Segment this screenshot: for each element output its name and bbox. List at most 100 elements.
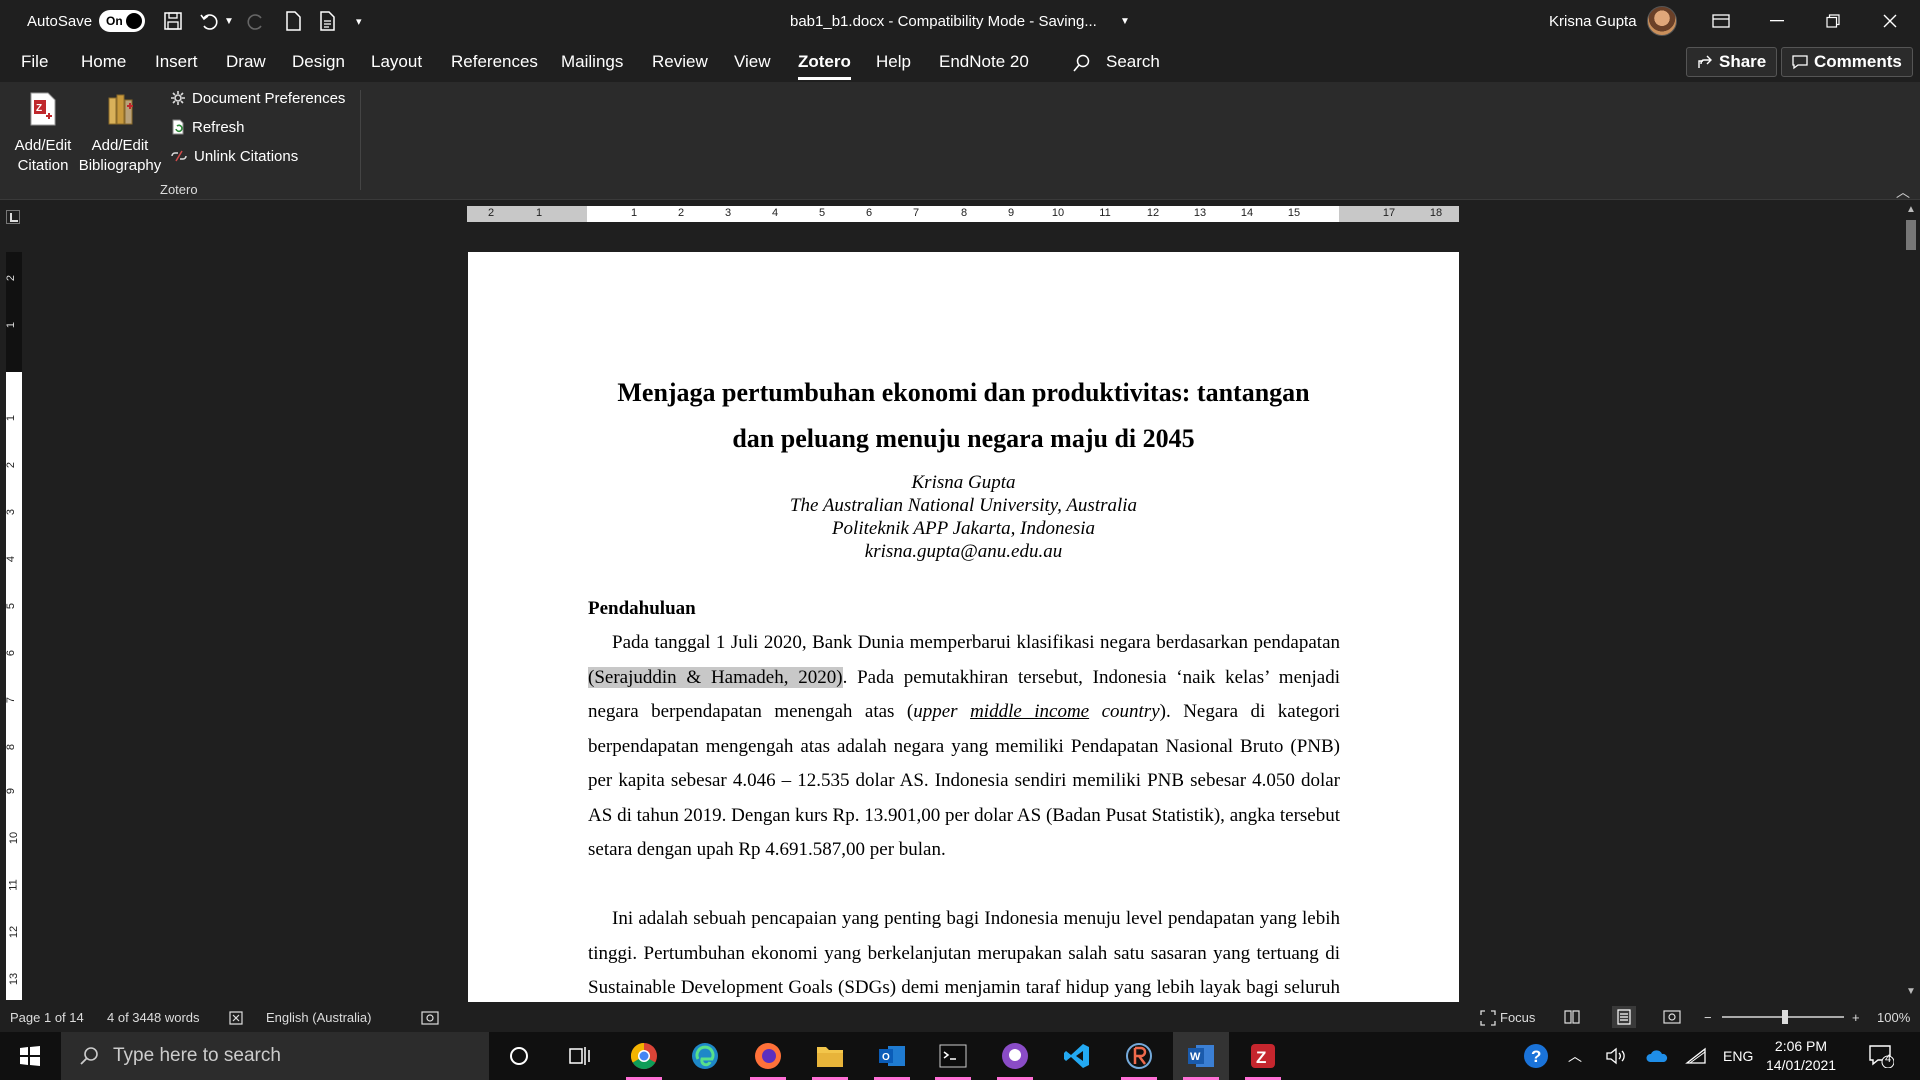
vertical-ruler[interactable]: 2 1 1 2 3 4 5 6 7 8 9 10 11 12 13: [5, 252, 22, 1000]
menu-file[interactable]: File: [21, 52, 48, 72]
task-view-icon: [569, 1047, 590, 1065]
tray-overflow-icon[interactable]: ︿: [1568, 1032, 1582, 1080]
word-count[interactable]: 4 of 3448 words: [107, 1010, 200, 1025]
ruler-label: 8: [5, 743, 18, 751]
ruler-label: 6: [865, 207, 873, 219]
taskbar-word[interactable]: W: [1173, 1032, 1229, 1080]
taskbar-file-explorer[interactable]: [802, 1032, 858, 1080]
document-preferences-button[interactable]: Document Preferences: [170, 87, 345, 109]
scroll-up-icon[interactable]: ▲: [1906, 204, 1916, 215]
add-edit-bibliography-button[interactable]: Add/Edit Bibliography: [76, 92, 164, 176]
collapse-ribbon-icon[interactable]: ︿: [1896, 182, 1910, 202]
menu-layout[interactable]: Layout: [371, 52, 422, 72]
menu-references[interactable]: References: [451, 52, 538, 72]
read-mode-icon[interactable]: [1564, 1010, 1580, 1024]
cortana-icon: [510, 1047, 528, 1065]
scroll-down-icon[interactable]: ▼: [1906, 986, 1916, 997]
language-indicator[interactable]: English (Australia): [266, 1010, 372, 1025]
print-layout-icon[interactable]: [316, 10, 338, 32]
zoom-slider-thumb[interactable]: [1782, 1010, 1788, 1024]
undo-icon[interactable]: [198, 10, 220, 32]
ruler-label: 1: [630, 207, 638, 219]
avatar[interactable]: [1647, 0, 1677, 42]
svg-text:Z: Z: [36, 103, 42, 114]
redo-icon[interactable]: [245, 10, 267, 32]
taskbar-search-box[interactable]: Type here to search: [61, 1032, 489, 1080]
title-dropdown-icon[interactable]: ▼: [1120, 0, 1130, 42]
menu-insert[interactable]: Insert: [155, 52, 198, 72]
minimize-icon[interactable]: [1749, 0, 1805, 42]
web-layout-icon[interactable]: [1663, 1010, 1681, 1024]
help-tray-icon[interactable]: ?: [1522, 1032, 1550, 1080]
menu-zotero[interactable]: Zotero: [798, 52, 851, 80]
taskbar-outlook[interactable]: O: [864, 1032, 920, 1080]
share-button[interactable]: Share: [1686, 47, 1778, 77]
menu-review[interactable]: Review: [652, 52, 708, 72]
save-icon[interactable]: [162, 10, 184, 32]
search-label[interactable]: Search: [1106, 52, 1160, 72]
unlink-citations-button[interactable]: Unlink Citations: [170, 145, 298, 167]
zoom-out-icon[interactable]: −: [1704, 1010, 1712, 1025]
refresh-button[interactable]: Refresh: [170, 116, 245, 138]
ribbon-group-label: Zotero: [160, 182, 198, 197]
tab-selector[interactable]: [6, 210, 20, 224]
new-document-icon[interactable]: [282, 10, 304, 32]
menu-home[interactable]: Home: [81, 52, 126, 72]
task-view-button[interactable]: [552, 1032, 608, 1080]
focus-label[interactable]: Focus: [1500, 1010, 1535, 1025]
zoom-level[interactable]: 100%: [1877, 1010, 1910, 1025]
menu-view[interactable]: View: [734, 52, 771, 72]
search-icon[interactable]: [1073, 54, 1091, 72]
onedrive-icon[interactable]: [1645, 1032, 1669, 1080]
focus-icon[interactable]: [1480, 1010, 1496, 1026]
autosave-toggle[interactable]: On: [99, 0, 145, 42]
print-layout-view-button[interactable]: [1612, 1006, 1636, 1028]
cortana-button[interactable]: [491, 1032, 547, 1080]
menu-draw[interactable]: Draw: [226, 52, 266, 72]
zoom-in-icon[interactable]: +: [1852, 1010, 1860, 1025]
ribbon-display-icon[interactable]: [1693, 0, 1749, 42]
refresh-icon: [172, 119, 184, 135]
macro-recording-icon[interactable]: [421, 1010, 439, 1026]
scroll-thumb[interactable]: [1906, 220, 1916, 250]
proofing-icon[interactable]: [228, 1010, 244, 1026]
taskbar-rstudio[interactable]: [1111, 1032, 1167, 1080]
taskbar-edge[interactable]: [677, 1032, 733, 1080]
bibliography-icon: [108, 94, 133, 125]
paragraph-2[interactable]: Ini adalah sebuah pencapaian yang pentin…: [588, 902, 1340, 1002]
menu-help[interactable]: Help: [876, 52, 911, 72]
doc-title-line2: dan peluang menuju negara maju di 2045: [732, 424, 1195, 453]
svg-text:?: ?: [1531, 1047, 1541, 1066]
page-count[interactable]: Page 1 of 14: [10, 1010, 84, 1025]
language-tray[interactable]: ENG: [1723, 1032, 1753, 1080]
user-name[interactable]: Krisna Gupta: [1549, 0, 1637, 42]
taskbar-github-desktop[interactable]: [987, 1032, 1043, 1080]
clock[interactable]: 2:06 PM 14/01/2021: [1766, 1037, 1836, 1075]
document-page[interactable]: Menjaga pertumbuhan ekonomi dan produkti…: [468, 252, 1459, 1002]
taskbar-firefox[interactable]: [740, 1032, 796, 1080]
close-icon[interactable]: [1862, 0, 1918, 42]
undo-dropdown-icon[interactable]: ▼: [224, 0, 234, 42]
restore-icon[interactable]: [1805, 0, 1861, 42]
taskbar-chrome[interactable]: [616, 1032, 672, 1080]
vertical-scrollbar[interactable]: ▲ ▼: [1902, 200, 1920, 1002]
paragraph-1[interactable]: Pada tanggal 1 Juli 2020, Bank Dunia mem…: [588, 626, 1340, 868]
ruler-label: 13: [1193, 207, 1207, 219]
horizontal-ruler[interactable]: 2 1 1 2 3 4 5 6 7 8 9 10 11 12 13 14 15 …: [467, 206, 1459, 222]
add-edit-citation-button[interactable]: Z Add/Edit Citation: [10, 92, 76, 176]
taskbar-vscode[interactable]: [1049, 1032, 1105, 1080]
volume-icon[interactable]: [1605, 1032, 1627, 1080]
customize-toolbar-icon[interactable]: ▾: [356, 0, 362, 42]
menu-mailings[interactable]: Mailings: [561, 52, 623, 72]
wifi-icon[interactable]: [1685, 1032, 1707, 1080]
start-button[interactable]: [2, 1032, 58, 1080]
citation-field[interactable]: (Serajuddin & Hamadeh, 2020): [588, 666, 843, 688]
taskbar-terminal[interactable]: [925, 1032, 981, 1080]
taskbar-zotero[interactable]: Z: [1235, 1032, 1291, 1080]
ruler-label: 15: [1287, 207, 1301, 219]
menu-endnote[interactable]: EndNote 20: [939, 52, 1029, 72]
zotero-icon: Z: [1251, 1044, 1275, 1068]
comments-button[interactable]: Comments: [1781, 47, 1913, 77]
menu-design[interactable]: Design: [292, 52, 345, 72]
notification-center-button[interactable]: 4: [1868, 1032, 1894, 1080]
